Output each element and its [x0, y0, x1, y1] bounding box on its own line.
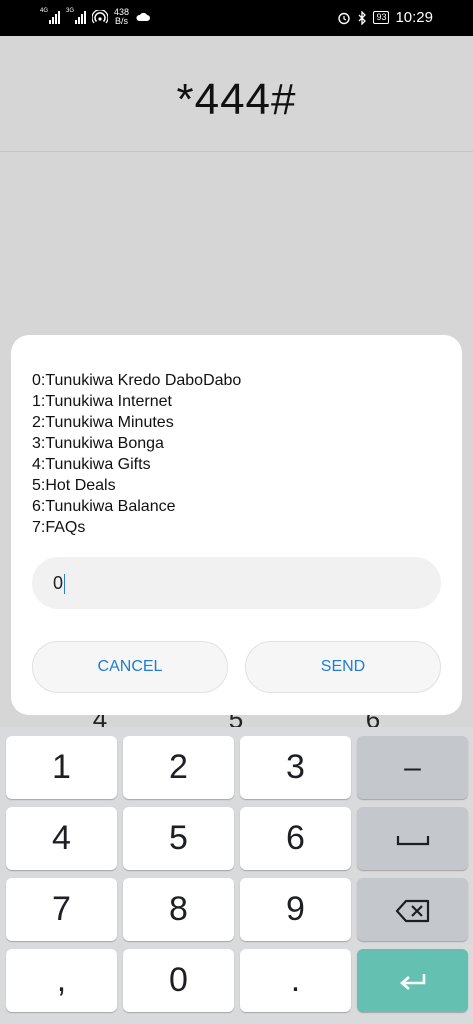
- key-0[interactable]: 0: [123, 949, 234, 1012]
- key-1[interactable]: 1: [6, 736, 117, 799]
- alarm-icon: [338, 12, 351, 24]
- key-5[interactable]: 5: [123, 807, 234, 870]
- text-caret: [64, 574, 66, 595]
- key-6[interactable]: 6: [240, 807, 351, 870]
- menu-item: 0:Tunukiwa Kredo DaboDabo: [32, 372, 242, 389]
- ussd-menu: 0:Tunukiwa Kredo DaboDabo 1:Tunukiwa Int…: [32, 370, 241, 538]
- sim2-signal-icon: 3G: [66, 8, 86, 24]
- key-9[interactable]: 9: [240, 878, 351, 941]
- numeric-keyboard: 1 2 3 – 4 5 6 7 8 9 , 0 .: [0, 727, 473, 1024]
- key-period[interactable]: .: [240, 949, 351, 1012]
- key-3[interactable]: 3: [240, 736, 351, 799]
- cancel-button[interactable]: CANCEL: [32, 641, 228, 693]
- key-2[interactable]: 2: [123, 736, 234, 799]
- network-speed: 438 B/s: [114, 8, 129, 26]
- key-7[interactable]: 7: [6, 878, 117, 941]
- key-comma[interactable]: ,: [6, 949, 117, 1012]
- key-space[interactable]: [357, 807, 468, 870]
- menu-item: 6:Tunukiwa Balance: [32, 498, 176, 515]
- menu-item: 1:Tunukiwa Internet: [32, 393, 172, 410]
- menu-item: 5:Hot Deals: [32, 477, 116, 494]
- menu-item: 4:Tunukiwa Gifts: [32, 456, 151, 473]
- key-enter[interactable]: [357, 949, 468, 1012]
- sim2-network-tag: 3G: [66, 8, 75, 14]
- key-4[interactable]: 4: [6, 807, 117, 870]
- menu-item: 7:FAQs: [32, 519, 86, 536]
- status-left: 4G 3G 438 B/s: [40, 8, 151, 26]
- dialed-number: *444#: [176, 75, 297, 124]
- status-time: 10:29: [395, 9, 433, 26]
- reply-value: 0: [53, 573, 64, 593]
- key-minus[interactable]: –: [357, 736, 468, 799]
- bluetooth-icon: [358, 10, 367, 25]
- sim1-signal-icon: 4G: [40, 8, 60, 24]
- status-right: 93 10:29: [337, 9, 433, 26]
- enter-icon: [399, 974, 425, 991]
- send-button[interactable]: SEND: [245, 641, 441, 693]
- space-icon: [396, 836, 429, 846]
- ussd-dialog: 0:Tunukiwa Kredo DaboDabo 1:Tunukiwa Int…: [11, 335, 462, 715]
- menu-item: 3:Tunukiwa Bonga: [32, 435, 164, 452]
- status-bar: 4G 3G 438 B/s 93 10:29: [0, 0, 473, 36]
- backspace-icon: [395, 899, 429, 923]
- menu-item: 2:Tunukiwa Minutes: [32, 414, 174, 431]
- ussd-reply-input[interactable]: 0: [32, 557, 441, 609]
- battery-icon: 93: [373, 11, 390, 24]
- key-8[interactable]: 8: [123, 878, 234, 941]
- sim1-network-tag: 4G: [40, 8, 49, 14]
- hotspot-icon: [92, 10, 108, 24]
- cloud-icon: [136, 12, 151, 21]
- key-backspace[interactable]: [357, 878, 468, 941]
- network-speed-unit: B/s: [115, 16, 129, 26]
